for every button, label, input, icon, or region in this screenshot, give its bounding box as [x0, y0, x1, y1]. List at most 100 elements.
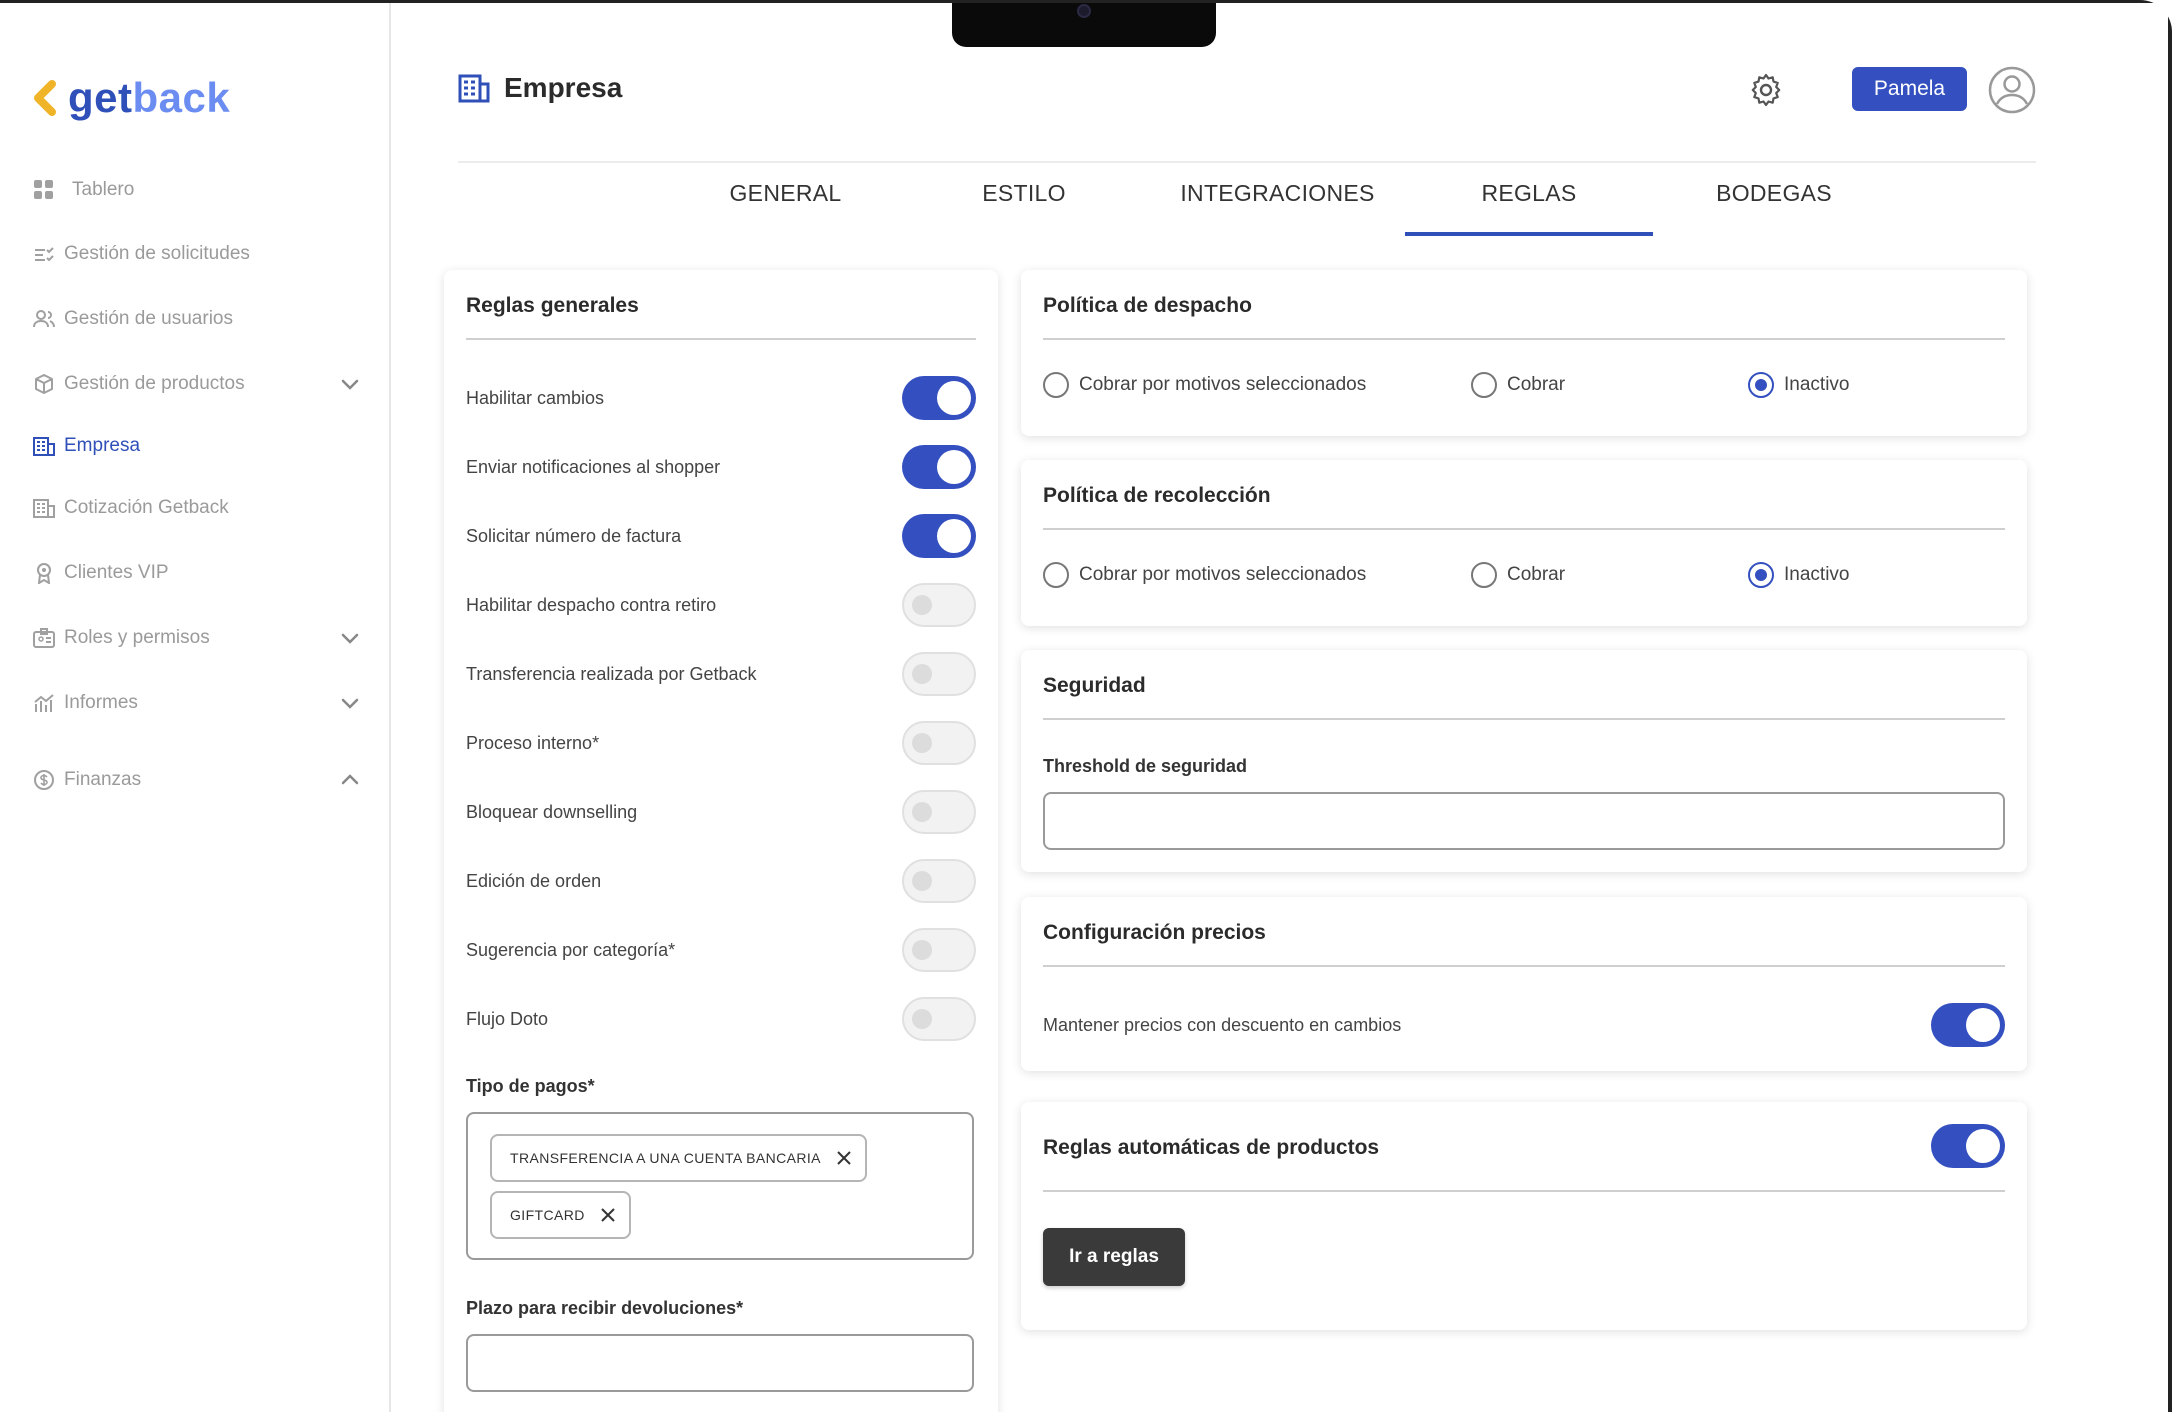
rule-row: Mantener precios con descuento en cambio… [1043, 1000, 2005, 1050]
payment-types-input[interactable]: TRANSFERENCIA A UNA CUENTA BANCARIA GIFT… [466, 1112, 974, 1260]
tab-reglas[interactable]: REGLAS [1405, 180, 1653, 236]
toggle-sugerencia-categoria[interactable] [902, 928, 976, 972]
dollar-icon [32, 768, 56, 792]
sidebar-item-label: Gestión de productos [64, 373, 245, 394]
toggle-solicitar-factura[interactable] [902, 514, 976, 558]
rule-label: Flujo Doto [466, 1008, 549, 1029]
sidebar-item-cotizacion[interactable]: Cotización Getback [32, 488, 362, 528]
building-icon [458, 74, 490, 103]
returns-deadline-input[interactable] [466, 1334, 974, 1392]
user-menu-button[interactable]: Pamela [1852, 67, 1967, 111]
sidebar-item-tablero[interactable]: Tablero [32, 170, 362, 210]
payment-types-label: Tipo de pagos* [466, 1076, 595, 1096]
sidebar-item-productos[interactable]: Gestión de productos [32, 364, 362, 404]
radio-label: Cobrar [1507, 374, 1566, 395]
chevron-up-icon[interactable] [338, 768, 362, 792]
toggle-bloquear-downselling[interactable] [902, 790, 976, 834]
radio-cobrar-motivos[interactable]: Cobrar por motivos seleccionados [1043, 562, 1366, 588]
tab-estilo[interactable]: ESTILO [970, 180, 1078, 236]
rule-row: Flujo Doto [466, 994, 976, 1044]
toggle-mantener-precios[interactable] [1931, 1003, 2005, 1047]
radio-dot [1043, 372, 1069, 398]
page-title-text: Empresa [504, 72, 623, 103]
toggle-despacho-contra-retiro[interactable] [902, 583, 976, 627]
card-title: Configuración precios [1043, 921, 1266, 944]
checklist-icon [32, 242, 56, 266]
close-icon[interactable] [599, 1206, 617, 1224]
camera-icon [1077, 4, 1091, 18]
radio-cobrar[interactable]: Cobrar [1471, 372, 1565, 398]
rule-label: Solicitar número de factura [466, 525, 682, 546]
sidebar-item-label: Roles y permisos [64, 627, 210, 648]
rule-row: Solicitar número de factura [466, 511, 976, 561]
divider [1043, 338, 2005, 340]
sidebar-item-roles[interactable]: Roles y permisos [32, 618, 362, 658]
chip-label: TRANSFERENCIA A UNA CUENTA BANCARIA [510, 1150, 821, 1166]
go-to-rules-button[interactable]: Ir a reglas [1043, 1228, 1185, 1286]
divider [1043, 528, 2005, 530]
grid-icon [32, 178, 56, 202]
toggle-edicion-orden[interactable] [902, 859, 976, 903]
rule-label: Sugerencia por categoría* [466, 939, 676, 960]
avatar-icon[interactable] [1988, 66, 2036, 114]
card-title: Reglas generales [466, 294, 639, 317]
toggle-reglas-automaticas[interactable] [1931, 1124, 2005, 1168]
users-icon [32, 307, 56, 331]
radio-inactivo[interactable]: Inactivo [1748, 562, 1849, 588]
radio-cobrar[interactable]: Cobrar [1471, 562, 1565, 588]
chevron-down-icon[interactable] [338, 691, 362, 715]
tab-general[interactable]: GENERAL [718, 180, 853, 236]
rule-row: Bloquear downselling [466, 787, 976, 837]
rule-label: Enviar notificaciones al shopper [466, 456, 721, 477]
radio-dot [1043, 562, 1069, 588]
radio-dot [1471, 562, 1497, 588]
frame-edge [2168, 0, 2172, 1412]
rule-label: Proceso interno* [466, 732, 600, 753]
logo[interactable]: getback [32, 72, 230, 124]
id-card-icon [32, 626, 56, 650]
radio-dot [1471, 372, 1497, 398]
chip-label: GIFTCARD [510, 1207, 585, 1223]
rule-label: Bloquear downselling [466, 801, 638, 822]
sidebar-item-clientes-vip[interactable]: Clientes VIP [32, 553, 362, 593]
gear-icon[interactable] [1748, 72, 1784, 108]
radio-cobrar-motivos[interactable]: Cobrar por motivos seleccionados [1043, 372, 1366, 398]
radio-dot [1748, 562, 1774, 588]
chevron-down-icon[interactable] [338, 626, 362, 650]
rule-row: Transferencia realizada por Getback [466, 649, 976, 699]
toggle-transferencia-getback[interactable] [902, 652, 976, 696]
toggle-proceso-interno[interactable] [902, 721, 976, 765]
sidebar-item-label: Tablero [72, 179, 135, 200]
tab-bodegas[interactable]: BODEGAS [1707, 180, 1841, 236]
rule-label: Mantener precios con descuento en cambio… [1043, 1014, 1402, 1035]
radio-inactivo[interactable]: Inactivo [1748, 372, 1849, 398]
toggle-enviar-notificaciones[interactable] [902, 445, 976, 489]
security-card: Seguridad Threshold de seguridad [1021, 650, 2027, 872]
close-icon[interactable] [835, 1149, 853, 1167]
tabs-divider [458, 161, 2036, 163]
sidebar-item-empresa[interactable]: Empresa [32, 426, 362, 466]
chevron-down-icon[interactable] [338, 372, 362, 396]
rule-label: Edición de orden [466, 870, 602, 891]
sidebar-item-informes[interactable]: Informes [32, 683, 362, 723]
toggle-flujo-doto[interactable] [902, 997, 976, 1041]
radio-group: Cobrar por motivos seleccionados Cobrar … [1043, 372, 2005, 402]
tab-integraciones[interactable]: INTEGRACIONES [1180, 180, 1375, 236]
radio-label: Cobrar [1507, 564, 1566, 585]
sidebar-item-usuarios[interactable]: Gestión de usuarios [32, 299, 362, 339]
card-title: Política de despacho [1043, 294, 1252, 317]
rule-row: Habilitar cambios [466, 373, 976, 423]
dispatch-policy-card: Política de despacho Cobrar por motivos … [1021, 270, 2027, 436]
sidebar-item-finanzas[interactable]: Finanzas [32, 760, 362, 800]
sidebar-item-solicitudes[interactable]: Gestión de solicitudes [32, 234, 362, 274]
threshold-label: Threshold de seguridad [1043, 756, 1248, 776]
threshold-input[interactable] [1043, 792, 2005, 850]
radio-label: Inactivo [1784, 374, 1850, 395]
auto-rules-card: Reglas automáticas de productos Ir a reg… [1021, 1102, 2027, 1330]
divider [1043, 718, 2005, 720]
logo-text: getback [68, 74, 231, 121]
radio-label: Cobrar por motivos seleccionados [1079, 374, 1367, 395]
rule-label: Habilitar despacho contra retiro [466, 594, 717, 615]
divider [1043, 1190, 2005, 1192]
toggle-habilitar-cambios[interactable] [902, 376, 976, 420]
